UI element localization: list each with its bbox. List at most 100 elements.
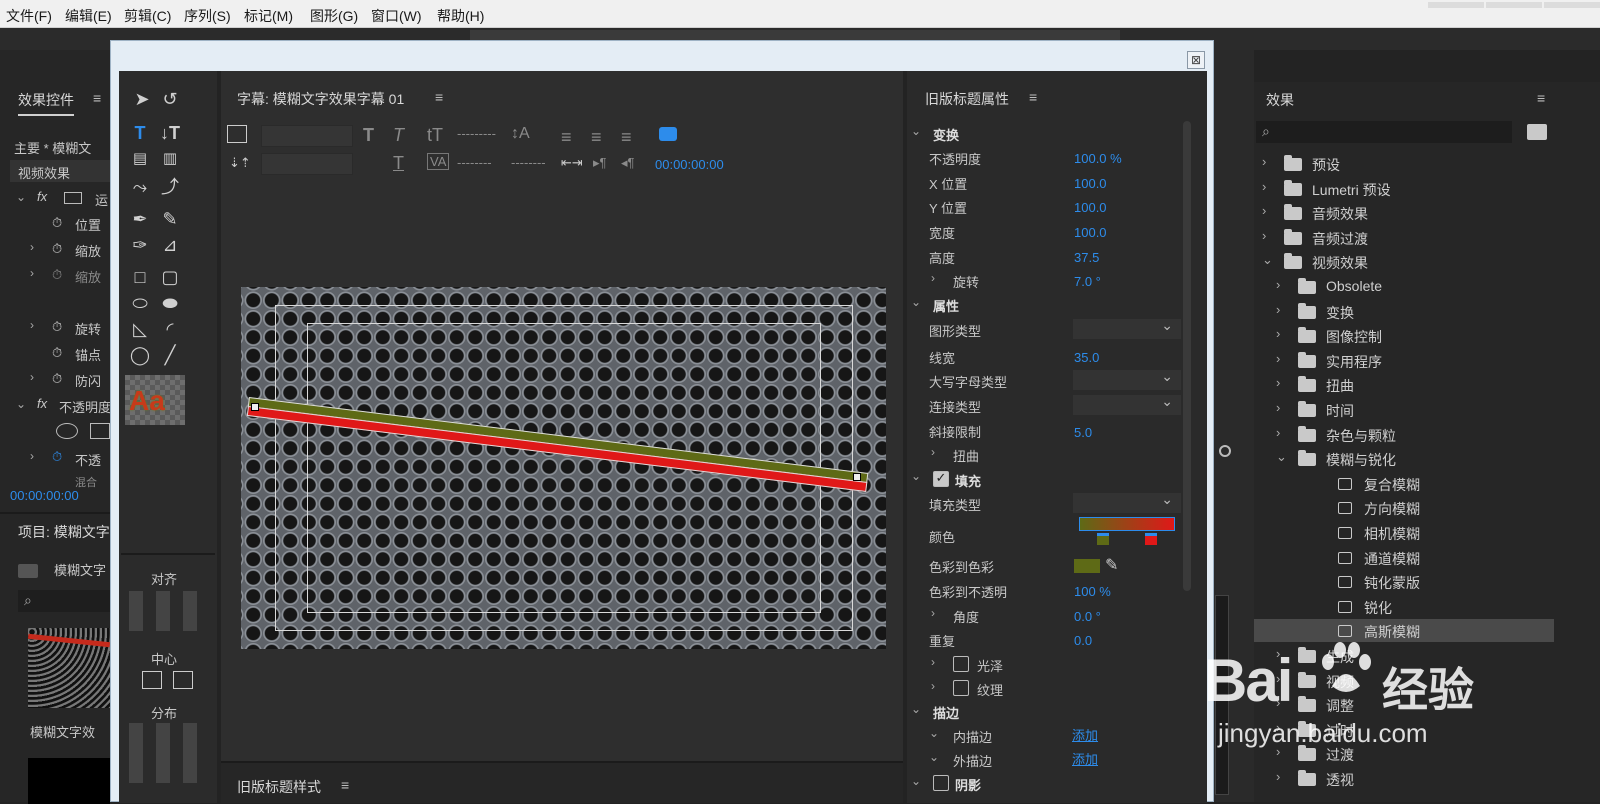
kerning-icon[interactable]: VA [427,153,450,170]
selection-tool-icon[interactable]: ➤ [129,87,155,111]
effects-tree-item[interactable]: › 生成 [1254,644,1554,667]
add-anchor-tool-icon[interactable]: ✑ [127,233,153,257]
width-value[interactable]: 100.0 [1074,225,1107,240]
vertical-path-type-tool-icon[interactable]: ⤴ [157,175,183,199]
convert-anchor-tool-icon[interactable]: ⊿ [157,233,183,257]
chevron-right-icon[interactable]: › [1262,203,1266,218]
effects-tree-item[interactable]: ⌄ 视频效果 [1254,250,1554,273]
effects-tree-item[interactable]: 钝化蒙版 [1254,570,1554,593]
rotation-value[interactable]: 7.0 ° [1074,274,1101,289]
chevron-down-icon[interactable]: ⌄ [16,190,26,204]
rectangle-tool-icon[interactable]: □ [127,265,153,289]
effect-controls-title[interactable]: 效果控件 [18,90,74,116]
effects-tree-item[interactable]: ⌄ 模糊与锐化 [1254,447,1554,470]
effects-search-input[interactable]: ⌕ [1256,121,1512,143]
font-style-dropdown[interactable] [261,153,353,175]
italic-icon[interactable]: T [393,125,404,146]
menu-file[interactable]: 文件(F) [6,6,52,26]
clip-thumbnail[interactable] [27,628,111,708]
panel-menu-icon[interactable]: ≡ [1537,90,1545,106]
paragraph-rtl-icon[interactable]: ◂¶ [621,155,635,171]
chevron-right-icon[interactable]: › [30,266,34,280]
stopwatch-icon[interactable]: ⏱ [52,319,62,335]
align-right-icon[interactable]: ≡ [621,127,632,148]
wedge-tool-icon[interactable]: ◺ [127,317,153,341]
effects-tree-item[interactable]: › 视频 [1254,669,1554,692]
align-left-icon[interactable]: ≡ [561,127,572,148]
chevron-down-icon[interactable]: ⌄ [929,726,939,740]
menu-edit[interactable]: 编辑(E) [65,6,112,26]
effects-tree-item[interactable]: › 调整 [1254,693,1554,716]
repeat-value[interactable]: 0.0 [1074,633,1092,648]
stopwatch-icon[interactable]: ⏱ [52,215,62,231]
chevron-right-icon[interactable]: › [1276,302,1280,317]
underline-icon[interactable]: T [393,153,404,174]
gradient-bar[interactable] [1079,517,1175,531]
chevron-right-icon[interactable]: › [1276,425,1280,440]
menu-marker[interactable]: 标记(M) [244,6,293,26]
effects-tree-item[interactable]: › 实用程序 [1254,349,1554,372]
chevron-down-icon[interactable]: ⌄ [911,469,921,483]
effects-tree-item[interactable]: › 透视 [1254,767,1554,790]
chevron-right-icon[interactable]: › [1276,351,1280,366]
black-clip-thumbnail[interactable] [28,758,110,804]
properties-header[interactable]: 旧版标题属性 [925,89,1009,109]
stopwatch-icon[interactable]: ⏱ [52,449,62,465]
effects-tree-item[interactable]: 复合模糊 [1254,472,1554,495]
panel-menu-icon[interactable]: ≡ [341,777,349,793]
ellipse-tool-icon[interactable]: ◯ [127,343,153,367]
chevron-right-icon[interactable]: › [931,606,935,620]
chevron-right-icon[interactable]: › [1276,400,1280,415]
stopwatch-icon[interactable]: ⏱ [52,371,62,387]
chevron-right-icon[interactable]: › [931,655,935,669]
anchor-handle-right[interactable] [853,473,861,481]
kerning-field[interactable]: -------- [457,155,492,170]
title-header[interactable]: 字幕: 模糊文字效果字幕 01 [237,89,404,109]
properties-scrollbar[interactable] [1183,121,1191,591]
menu-sequence[interactable]: 序列(S) [184,6,231,26]
center-vertical-icon[interactable] [173,671,193,689]
area-type-tool-icon[interactable]: ▤ [127,147,153,171]
color-swatch[interactable] [1074,559,1100,573]
background-video-icon[interactable] [227,125,247,143]
distribute-buttons[interactable] [129,723,209,783]
chevron-right-icon[interactable]: › [1276,646,1280,661]
effects-tree-item[interactable]: › 扭曲 [1254,373,1554,396]
chevron-right-icon[interactable]: › [1262,154,1266,169]
anchor-handle-left[interactable] [251,403,259,411]
effects-tree-item[interactable]: › 图像控制 [1254,324,1554,347]
chevron-down-icon[interactable]: ⌄ [911,295,921,309]
align-buttons[interactable] [129,591,209,631]
join-type-dropdown[interactable] [1072,393,1182,416]
chevron-right-icon[interactable]: › [1262,228,1266,243]
close-icon[interactable]: ⊠ [1187,51,1205,69]
effects-tree-item[interactable]: › 过渡 [1254,742,1554,765]
font-size-icon[interactable]: tT [427,125,443,146]
chevron-right-icon[interactable]: › [931,271,935,285]
menu-window[interactable]: 窗口(W) [371,6,422,26]
rounded-rect-tool-icon[interactable]: ▢ [157,265,183,289]
line-tool-icon[interactable]: ╱ [157,343,183,367]
styles-header[interactable]: 旧版标题样式 [237,777,321,797]
bold-icon[interactable]: T [363,125,374,146]
fill-type-dropdown[interactable] [1072,491,1182,514]
ellipse-mask-icon[interactable] [56,423,78,439]
rotate-tool-icon[interactable]: ↺ [157,87,183,111]
title-timecode[interactable]: 00:00:00:00 [655,157,724,172]
effects-tree-item[interactable]: › Obsolete [1254,275,1554,298]
chevron-right-icon[interactable]: › [1276,769,1280,784]
chevron-right-icon[interactable]: › [30,370,34,384]
menu-graphics[interactable]: 图形(G) [310,6,358,26]
paragraph-icon[interactable]: ▸¶ [593,155,607,171]
panel-menu-icon[interactable]: ≡ [1029,89,1037,105]
align-center-icon[interactable]: ≡ [591,127,602,148]
stopwatch-icon[interactable]: ⏱ [52,345,62,361]
chevron-right-icon[interactable]: › [1276,375,1280,390]
tab-stops-icon[interactable]: ⇤⇥ [561,155,583,171]
project-title[interactable]: 项目: 模糊文字 [18,522,110,542]
project-search-input[interactable]: ⌕ [18,590,110,612]
effects-tree-item[interactable]: › 杂色与颗粒 [1254,423,1554,446]
chevron-right-icon[interactable]: › [1276,744,1280,759]
new-bin-icon[interactable] [1527,124,1547,140]
title-canvas[interactable] [241,287,886,649]
